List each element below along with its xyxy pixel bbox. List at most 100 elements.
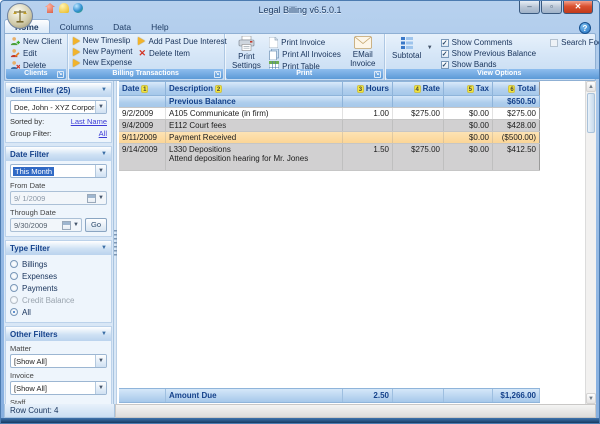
tab-columns[interactable]: Columns [50, 20, 104, 33]
invoice-select[interactable]: [Show All] ▼ [10, 381, 107, 395]
matter-select[interactable]: [Show All] ▼ [10, 354, 107, 368]
print-all-invoices-button[interactable]: Print All Invoices [266, 48, 344, 60]
add-past-due-interest-button[interactable]: Add Past Due Interest [135, 35, 229, 47]
radio-expenses[interactable]: Expenses [10, 270, 107, 282]
scrollbar-thumb[interactable] [587, 93, 595, 133]
edit-client-button[interactable]: Edit [7, 47, 65, 59]
new-payment-button[interactable]: New Payment [70, 46, 136, 57]
transactions-grid: Date1 Description2 3Hours 4Rate 5Tax 6To… [117, 81, 596, 404]
client-select[interactable]: Doe, John - XYZ Corporation ▼ [10, 100, 107, 114]
other-filters-header[interactable]: Other Filters ▼ [6, 327, 111, 341]
column-header-date[interactable]: Date1 [119, 82, 166, 95]
date-filter-title: Date Filter [10, 150, 49, 159]
cell-tax: $0.00 [444, 144, 493, 170]
column-header-rate[interactable]: 4Rate [393, 82, 444, 95]
dropdown-arrow-icon[interactable]: ▼ [95, 165, 106, 177]
through-date-input[interactable]: 9/30/2009 ▼ [10, 218, 82, 232]
column-number-badge: 2 [215, 85, 222, 93]
new-client-button[interactable]: New Client [7, 35, 65, 47]
show-previous-balance-checkbox[interactable]: ✓Show Previous Balance [441, 48, 537, 59]
table-row[interactable]: 9/14/2009 L330 Depositions Attend deposi… [119, 144, 540, 171]
group-label-billing-transactions: Billing Transactions↘ [69, 69, 223, 79]
cell-date: 9/2/2009 [119, 108, 166, 119]
cell-hours [343, 120, 393, 131]
help-icon[interactable]: ? [579, 22, 591, 34]
horizontal-scrollbar[interactable] [115, 404, 596, 418]
client-filter-header[interactable]: Client Filter (25) ▼ [6, 83, 111, 97]
go-button[interactable]: Go [85, 218, 107, 232]
table-row[interactable]: 9/4/2009 E112 Court fees $0.00 $428.00 [119, 120, 540, 132]
maximize-button[interactable]: ▫ [541, 1, 562, 14]
search-footer-checkbox[interactable]: Search Footer [550, 37, 600, 48]
print-invoice-button[interactable]: Print Invoice [266, 36, 344, 48]
column-number-badge: 3 [357, 85, 364, 93]
search-footer-label: Search Footer [561, 38, 600, 47]
dialog-launcher-icon[interactable]: ↘ [214, 71, 221, 78]
radio-billings[interactable]: Billings [10, 258, 107, 270]
checkbox-icon [550, 39, 558, 47]
yellow-arrow-icon [73, 37, 80, 45]
table-row-payment[interactable]: 9/11/2009 Payment Received $0.00 ($500.0… [119, 132, 540, 144]
scroll-down-icon[interactable]: ▼ [586, 393, 596, 404]
date-preset-value: This Month [13, 167, 54, 176]
dropdown-arrow-icon[interactable]: ▼ [73, 222, 79, 228]
dropdown-arrow-icon[interactable]: ▼ [95, 101, 106, 113]
delete-item-button[interactable]: ✕Delete Item [135, 47, 229, 59]
new-expense-button[interactable]: New Expense [70, 57, 136, 68]
cell-date [119, 389, 166, 402]
dialog-launcher-icon[interactable]: ↘ [374, 71, 381, 78]
title-bar: Legal Billing v6.5.0.1 – ▫ ✕ [1, 1, 599, 19]
vertical-scrollbar[interactable]: ▲ ▼ [585, 81, 596, 404]
dialog-launcher-icon[interactable]: ↘ [57, 71, 64, 78]
calendar-icon[interactable] [87, 194, 96, 203]
cell-total: ($500.00) [493, 132, 540, 143]
yellow-arrow-icon [73, 48, 80, 56]
sorted-by-label: Sorted by: [10, 117, 44, 126]
dropdown-arrow-icon[interactable]: ▼ [98, 195, 104, 201]
radio-payments[interactable]: Payments [10, 282, 107, 294]
date-filter-header[interactable]: Date Filter ▼ [6, 147, 111, 161]
sorted-by-link[interactable]: Last Name [71, 117, 107, 126]
cell-hours: 1.50 [343, 144, 393, 170]
delete-item-label: Delete Item [149, 49, 190, 58]
ribbon-tabs: Home Columns Data Help [4, 19, 596, 33]
amount-due-total: $1,266.00 [493, 389, 540, 402]
add-past-due-interest-label: Add Past Due Interest [148, 37, 226, 46]
close-button[interactable]: ✕ [563, 1, 593, 14]
show-bands-label: Show Bands [452, 60, 497, 69]
subtotal-button[interactable]: Subtotal [387, 35, 427, 61]
column-header-tax[interactable]: 5Tax [444, 82, 493, 95]
checkbox-icon: ✓ [441, 50, 449, 58]
dropdown-arrow-icon[interactable]: ▼ [95, 382, 106, 394]
amount-due-row: Amount Due 2.50 $1,266.00 [119, 388, 540, 403]
tab-help[interactable]: Help [141, 20, 178, 33]
show-comments-checkbox[interactable]: ✓Show Comments [441, 37, 537, 48]
table-row[interactable]: 9/2/2009 A105 Communicate (in firm) 1.00… [119, 108, 540, 120]
other-filters-section: Other Filters ▼ Matter [Show All] ▼ Invo… [5, 326, 112, 404]
person-edit-icon [10, 48, 20, 58]
previous-balance-row[interactable]: Previous Balance $650.50 [119, 96, 540, 108]
column-header-description[interactable]: Description2 [166, 82, 343, 95]
dropdown-arrow-icon[interactable]: ▼ [95, 355, 106, 367]
new-timeslip-button[interactable]: New Timeslip [70, 35, 136, 46]
cell-rate [393, 389, 444, 402]
cell-rate: $275.00 [393, 108, 444, 119]
from-date-input[interactable]: 9/ 1/2009 ▼ [10, 191, 107, 205]
minimize-button[interactable]: – [519, 1, 540, 14]
app-menu-button[interactable] [7, 3, 33, 29]
type-filter-header[interactable]: Type Filter ▼ [6, 241, 111, 255]
group-filter-link[interactable]: All [99, 129, 107, 138]
radio-icon [10, 260, 18, 268]
scroll-up-icon[interactable]: ▲ [586, 81, 596, 92]
column-header-hours[interactable]: 3Hours [343, 82, 393, 95]
column-header-total[interactable]: 6Total [493, 82, 540, 95]
date-preset-select[interactable]: This Month ▼ [10, 164, 107, 178]
radio-all[interactable]: All [10, 306, 107, 318]
subtotal-dropdown-icon[interactable]: ▼ [427, 45, 433, 51]
edit-client-label: Edit [23, 49, 37, 58]
cell-description: Previous Balance [166, 96, 343, 107]
tab-data[interactable]: Data [103, 20, 141, 33]
email-invoice-button[interactable]: EMail Invoice [344, 35, 382, 69]
print-settings-button[interactable]: Print Settings [227, 35, 266, 71]
calendar-icon[interactable] [62, 221, 71, 230]
